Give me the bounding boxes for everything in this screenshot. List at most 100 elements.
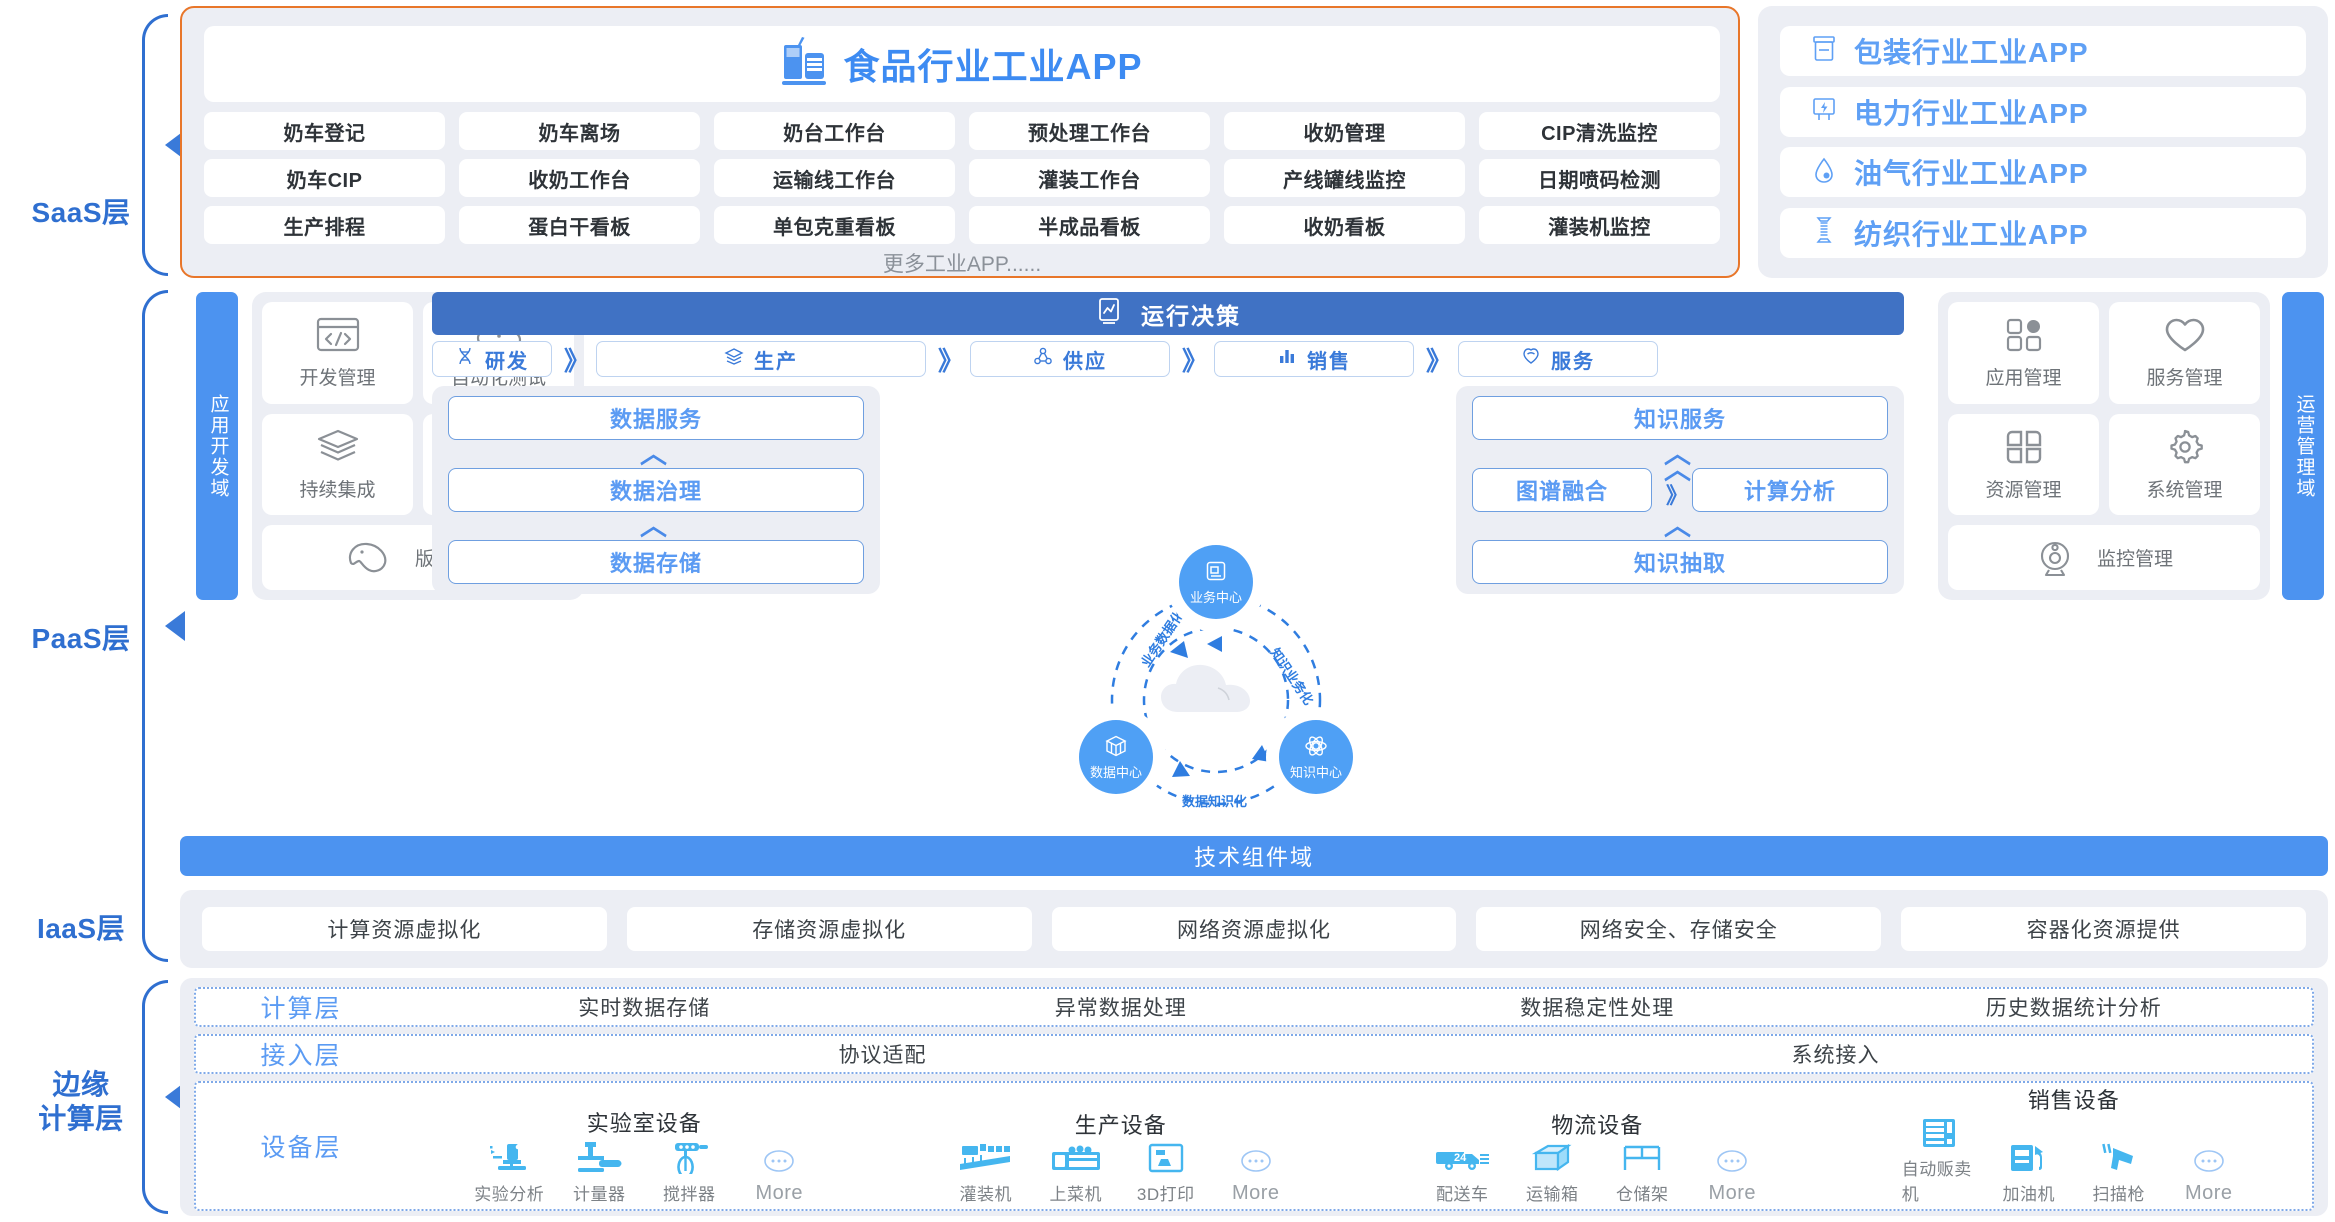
run-decision-bar[interactable]: 运行决策	[432, 292, 1904, 335]
graph-fusion-box[interactable]: 图谱融合	[1472, 468, 1652, 512]
tile-monitor-management[interactable]: 监控管理	[1948, 525, 2260, 590]
tile-continuous-integration[interactable]: 持续集成	[262, 413, 413, 516]
app-chip[interactable]: 奶车登记	[204, 112, 445, 150]
app-chip[interactable]: 半成品看板	[969, 206, 1210, 244]
knowledge-extraction-box[interactable]: 知识抽取	[1472, 540, 1888, 584]
app-chip[interactable]: 预处理工作台	[969, 112, 1210, 150]
app-chip[interactable]: 收奶工作台	[459, 159, 700, 197]
side-app-textile[interactable]: 纺织行业工业APP	[1780, 207, 2306, 258]
ops-domain-label: 运营管理域	[2293, 393, 2315, 499]
device-item[interactable]: 搅拌器	[652, 1140, 726, 1205]
app-chip[interactable]: 单包克重看板	[714, 206, 955, 244]
compute-analysis-box[interactable]: 计算分析	[1692, 468, 1888, 512]
side-app-packaging[interactable]: 包装行业工业APP	[1780, 26, 2306, 76]
food-industry-app-title: 食品行业工业APP	[843, 46, 1143, 87]
app-chip[interactable]: 产线罐线监控	[1224, 159, 1465, 197]
edge-access-item[interactable]: 系统接入	[1359, 1039, 2312, 1069]
app-chip[interactable]: 日期喷码检测	[1479, 159, 1720, 197]
edge-compute-item[interactable]: 实时数据存储	[406, 992, 883, 1022]
device-item-more[interactable]: More	[1219, 1146, 1293, 1205]
meter-icon	[575, 1140, 623, 1179]
edge-compute-item[interactable]: 数据稳定性处理	[1359, 992, 1836, 1022]
device-item-label: 配送车	[1436, 1185, 1489, 1204]
app-chip[interactable]: 灌装机监控	[1479, 206, 1720, 244]
edge-compute-item[interactable]: 历史数据统计分析	[1836, 992, 2313, 1022]
tile-dev-management[interactable]: 开发管理	[262, 302, 413, 404]
tech-components-bar: 技术组件域	[180, 836, 2328, 876]
app-chip[interactable]: 收奶管理	[1224, 112, 1465, 150]
device-item[interactable]: 灌装机	[949, 1142, 1023, 1205]
device-item[interactable]: 运输箱	[1515, 1142, 1589, 1205]
device-item[interactable]: 自动贩卖机	[1902, 1117, 1976, 1205]
knowledge-atom-icon	[1304, 734, 1328, 761]
app-chip[interactable]: 奶车离场	[459, 112, 700, 150]
shelf-icon	[1620, 1142, 1664, 1179]
iaas-item[interactable]: 计算资源虚拟化	[202, 907, 607, 951]
device-item[interactable]: 计量器	[562, 1140, 636, 1205]
edge-access-item[interactable]: 协议适配	[406, 1039, 1359, 1069]
device-item-label: More	[2184, 1182, 2233, 1204]
iaas-item[interactable]: 存储资源虚拟化	[626, 907, 1032, 951]
iaas-item[interactable]: 网络安全、存储安全	[1476, 907, 1882, 951]
app-chip[interactable]: 奶车CIP	[204, 159, 445, 197]
app-chip[interactable]: CIP清洗监控	[1479, 112, 1720, 150]
tile-resource-management[interactable]: 资源管理	[1948, 413, 2099, 516]
layer-label-edge: 边缘 计算层	[38, 1069, 124, 1135]
device-item[interactable]: 3D打印	[1129, 1142, 1203, 1205]
side-app-oilgas[interactable]: 油气行业工业APP	[1780, 147, 2306, 198]
edge-device-label: 设备层	[260, 1134, 342, 1162]
bars-icon	[1277, 346, 1297, 372]
side-app-power[interactable]: 电力行业工业APP	[1780, 86, 2306, 137]
device-item-more[interactable]: More	[1695, 1146, 1769, 1205]
svg-text:24: 24	[1454, 1152, 1467, 1164]
chevron-right-icon: 》	[1426, 345, 1452, 376]
app-chip[interactable]: 收奶看板	[1224, 206, 1465, 244]
chain-node-supply[interactable]: 供应	[970, 341, 1171, 377]
package-icon	[1810, 34, 1838, 69]
device-item[interactable]: 上菜机	[1039, 1142, 1113, 1205]
device-item[interactable]: 24 配送车	[1425, 1142, 1499, 1205]
tile-system-management[interactable]: 系统管理	[2109, 413, 2260, 516]
app-chip[interactable]: 生产排程	[204, 206, 445, 244]
tile-app-management[interactable]: 应用管理	[1948, 302, 2099, 404]
data-storage-box[interactable]: 数据存储	[448, 540, 864, 584]
hub-node-business-center[interactable]: 业务中心	[1179, 545, 1253, 619]
side-app-label: 电力行业工业APP	[1854, 97, 2089, 129]
app-chip[interactable]: 蛋白干看板	[459, 206, 700, 244]
supply-icon	[1033, 346, 1053, 372]
app-chip[interactable]: 运输线工作台	[714, 159, 955, 197]
knowledge-service-box[interactable]: 知识服务	[1472, 396, 1888, 440]
chain-node-service[interactable]: 服务	[1458, 341, 1659, 377]
iaas-item[interactable]: 网络资源虚拟化	[1051, 907, 1457, 951]
tile-service-management[interactable]: 服务管理	[2109, 302, 2260, 404]
hub-node-knowledge-center[interactable]: 知识中心	[1279, 720, 1353, 794]
device-item[interactable]: 扫描枪	[2082, 1142, 2156, 1205]
hub-node-label: 数据中心	[1089, 764, 1142, 780]
textile-icon	[1810, 215, 1838, 250]
device-item-more[interactable]: More	[742, 1146, 816, 1205]
capability-hub: 业务数据化 知识业务化 数据知识化 业务中心 数据中心 知识中心	[1066, 540, 1366, 840]
chain-node-rd[interactable]: 研发	[432, 341, 552, 377]
device-item[interactable]: 实验分析	[472, 1140, 546, 1205]
svg-text:数据知识化: 数据知识化	[1182, 794, 1247, 809]
device-group-title: 生产设备	[1074, 1113, 1167, 1138]
stack-icon	[724, 346, 744, 372]
more-apps-label[interactable]: 更多工业APP......	[182, 248, 1742, 278]
device-item-more[interactable]: More	[2172, 1146, 2246, 1205]
device-item[interactable]: 加油机	[1992, 1142, 2066, 1205]
edge-compute-item[interactable]: 异常数据处理	[883, 992, 1360, 1022]
app-chip[interactable]: 奶台工作台	[714, 112, 955, 150]
chain-node-production[interactable]: 生产	[596, 341, 927, 377]
app-chip[interactable]: 灌装工作台	[969, 159, 1210, 197]
chain-node-sales[interactable]: 销售	[1214, 341, 1415, 377]
chevron-right-icon: 》	[1182, 345, 1208, 376]
data-governance-box[interactable]: 数据治理	[448, 468, 864, 512]
iaas-item[interactable]: 容器化资源提供	[1901, 907, 2306, 951]
data-service-box[interactable]: 数据服务	[448, 396, 864, 440]
hub-node-data-center[interactable]: 数据中心	[1079, 720, 1153, 794]
device-item[interactable]: 仓储架	[1605, 1142, 1679, 1205]
device-item-label: 实验分析	[474, 1185, 545, 1204]
food-industry-app-title-card[interactable]: 食品行业工业APP	[204, 26, 1720, 102]
architecture-diagram: SaaS层 PaaS层 IaaS层 边缘 计算层 食品行业工业APP 奶车登记 …	[0, 0, 2335, 1222]
knowledge-services-panel: 知识服务 ︿︿ 图谱融合 》 计算分析 ︿︿ 知识抽取	[1456, 386, 1904, 594]
